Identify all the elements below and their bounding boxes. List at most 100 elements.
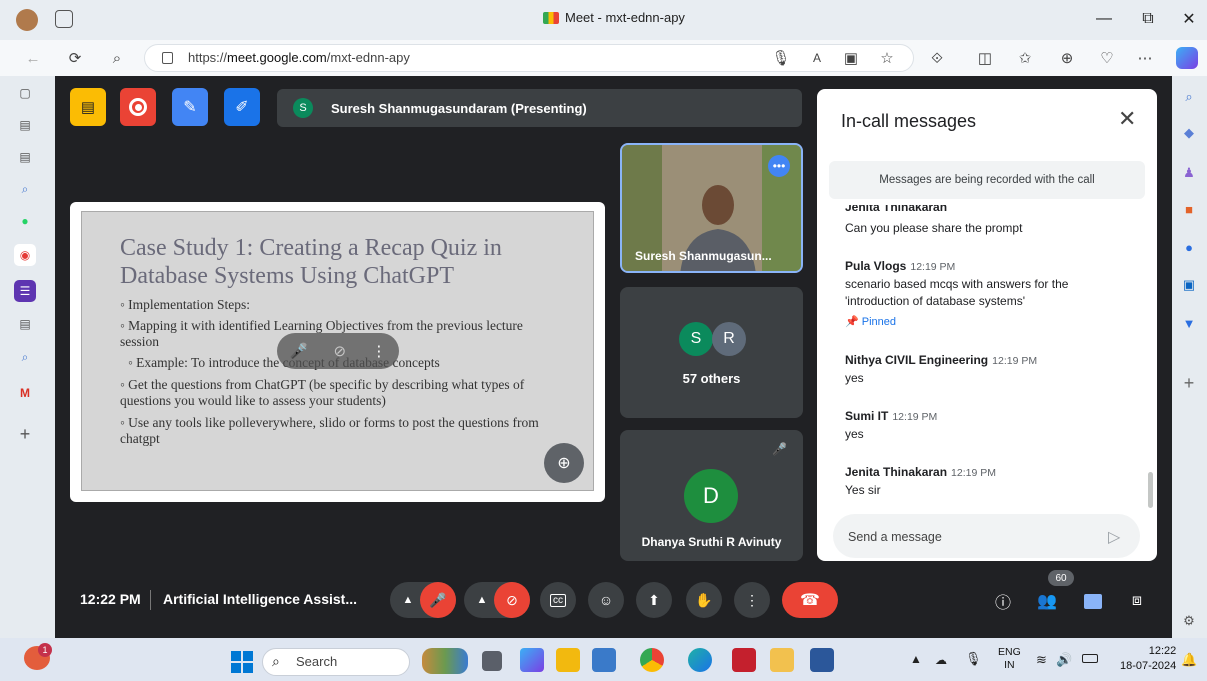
wifi-icon[interactable]: ≋ [1036,652,1047,668]
browser-essentials-icon[interactable]: ♡ [1094,46,1120,70]
calendar-app-icon[interactable] [556,648,580,672]
leave-call-button[interactable]: ☎ [782,582,838,618]
profile-avatar[interactable] [16,9,38,31]
extensions-icon[interactable]: ⟐ [924,46,950,70]
file-explorer-icon[interactable] [770,648,794,672]
edge-icon[interactable] [688,648,712,672]
meeting-name: Artificial Intelligence Assist... [163,591,357,607]
gmail-icon[interactable]: M [14,382,36,404]
raise-hand-button[interactable]: ✋ [686,582,722,618]
outlook-icon[interactable]: ▣ [1178,274,1200,296]
add-icon[interactable]: + [14,423,36,445]
onedrive-icon[interactable]: ☁ [935,653,947,667]
stop-presenting-button[interactable]: ▤ [70,88,106,126]
games-icon[interactable]: ● [1178,236,1200,258]
camera-button[interactable]: ⊘ [494,582,530,618]
pinned-label[interactable]: 📌 Pinned [845,315,896,328]
more-options-button[interactable]: ••• [768,155,790,177]
present-button[interactable]: ⬆ [636,582,672,618]
more-options-icon[interactable]: ⋮ [371,342,386,360]
split-screen-icon[interactable]: ◫ [972,46,998,70]
sidebar-app-icon[interactable]: ▤ [14,146,36,168]
favorites-icon[interactable]: ✩ [1012,46,1038,70]
search-icon[interactable]: ⌕ [1178,86,1200,108]
annotate-button[interactable]: ✐ [224,88,260,126]
zoom-button[interactable]: ⊕ [544,443,584,483]
meeting-details-icon[interactable]: ⓘ [990,588,1016,614]
mahjong-app-icon[interactable] [592,648,616,672]
people-icon[interactable]: 👥 [1034,588,1060,614]
back-icon[interactable]: ← [20,46,46,70]
chat-icon[interactable] [1080,588,1106,614]
mcafee-icon[interactable] [732,648,756,672]
clipped-sender: Jenita Thinakaran [845,205,948,214]
activities-icon[interactable]: ⧈ [1124,588,1150,614]
tab-actions-icon[interactable] [55,10,73,28]
message-time: 12:19 PM [951,467,996,479]
copilot-taskbar-icon[interactable] [520,648,544,672]
present-off-icon: ▤ [80,99,96,116]
forms-icon[interactable]: ☰ [14,280,36,302]
message-time: 12:19 PM [992,355,1038,367]
sidebar-app-icon[interactable]: ▤ [14,313,36,335]
copilot-icon[interactable] [1176,47,1198,69]
app-available-icon[interactable]: ▣ [838,46,864,70]
search-icon[interactable]: ⌕ [14,346,36,368]
search-icon[interactable]: ⌕ [14,178,36,200]
people-icon[interactable]: ♟ [1178,162,1200,184]
task-view-icon[interactable] [482,651,502,671]
record-icon[interactable]: ◉ [14,244,36,266]
slide-bullet: ◦ Implementation Steps: [120,297,251,312]
volume-icon[interactable]: 🔊 [1056,652,1072,668]
participant-avatar: R [712,322,746,356]
collections-icon[interactable]: ⊕ [1054,46,1080,70]
others-tile[interactable] [620,287,803,418]
notes-button[interactable]: ✎ [172,88,208,126]
message-sender: Sumi IT 12:19 PM [845,407,937,425]
close-icon[interactable]: ✕ [1118,106,1136,132]
search-highlight-icon[interactable] [422,648,468,674]
read-aloud-icon[interactable]: A [804,46,830,70]
tools-icon[interactable]: ■ [1178,198,1200,220]
sender-name: Nithya CIVIL Engineering [845,353,989,367]
microphone-icon[interactable]: 🎙 [768,46,794,70]
sidebar-app-icon[interactable]: ▤ [14,114,36,136]
send-icon[interactable]: ▼ [1178,312,1200,334]
microphone-button[interactable]: 🎤 [420,582,456,618]
notifications-bell-icon[interactable]: 🔔 [1181,652,1197,668]
system-clock[interactable]: 12:22 18-07-2024 [1120,644,1176,674]
browser-tab[interactable]: Meet - mxt-ednn-apy [543,10,685,25]
more-menu-icon[interactable]: ⋯ [1132,46,1158,70]
shopping-tag-icon[interactable]: ◆ [1178,122,1200,144]
lock-icon[interactable] [162,52,173,64]
favorite-star-icon[interactable]: ☆ [874,46,900,70]
language-indicator[interactable]: ENG IN [998,646,1021,672]
word-icon[interactable] [810,648,834,672]
tab-list-icon[interactable]: ▢ [14,82,36,104]
show-hidden-icons[interactable]: ▲ [910,652,922,666]
minimize-button[interactable]: — [1091,8,1117,30]
send-icon[interactable]: ▷ [1108,527,1120,547]
participant-avatar: S [679,322,713,356]
notification-badge: 1 [38,643,52,657]
whatsapp-icon[interactable]: ● [14,210,36,232]
chat-scrollbar[interactable] [1148,472,1153,508]
refresh-icon[interactable]: ⟳ [62,46,88,70]
add-icon[interactable]: + [1178,372,1200,394]
chrome-icon[interactable] [640,648,664,672]
windows-start-icon[interactable] [231,651,253,673]
close-window-button[interactable]: ✕ [1176,8,1202,30]
zoom-in-icon: ⊕ [557,455,571,472]
reactions-button[interactable]: ☺ [588,582,624,618]
microphone-icon[interactable]: 🎙 [965,651,982,667]
search-icon[interactable]: ⌕ [104,46,130,70]
more-options-button[interactable]: ⋮ [734,582,770,618]
hide-video-icon[interactable]: ⊘ [334,342,347,360]
battery-icon[interactable] [1082,654,1098,663]
settings-gear-icon[interactable]: ⚙ [1178,610,1200,632]
restore-button[interactable]: ⧉ [1135,8,1161,30]
captions-button[interactable]: cc [540,582,576,618]
message-time: 12:19 PM [910,261,956,273]
recording-button[interactable] [120,88,156,126]
mute-icon[interactable]: 🎤 [290,342,309,360]
